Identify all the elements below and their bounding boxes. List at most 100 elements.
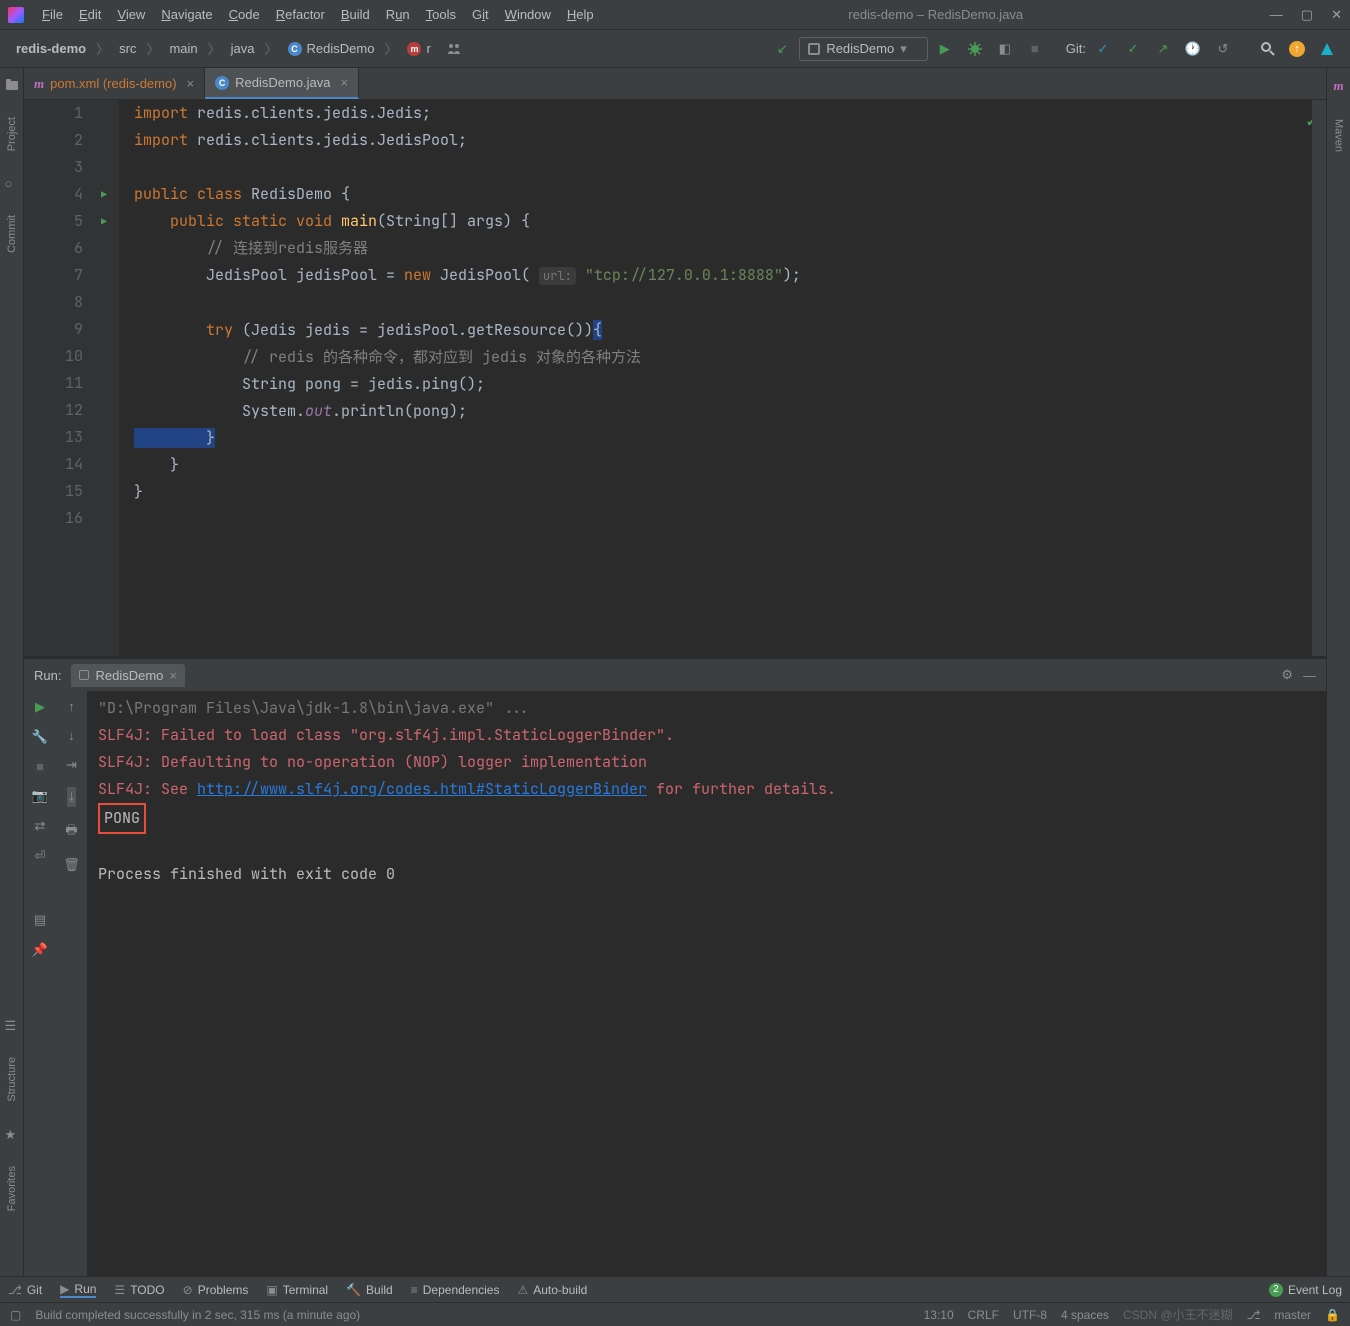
search-icon[interactable] [1254, 36, 1280, 62]
project-icon[interactable] [5, 78, 19, 92]
minimize-icon[interactable]: — [1270, 7, 1283, 23]
vcs-commit-icon[interactable]: ✓ [1120, 36, 1146, 62]
commit-icon[interactable]: ○ [5, 176, 19, 190]
coverage-icon[interactable]: ◧ [992, 36, 1018, 62]
tab-pom-xml[interactable]: m pom.xml (redis-demo) × [24, 68, 205, 99]
menu-navigate[interactable]: Navigate [153, 3, 220, 26]
favorites-tool-button[interactable]: Favorites [6, 1161, 18, 1216]
maximize-icon[interactable]: ▢ [1301, 7, 1313, 23]
watermark: CSDN @小王不迷糊 [1123, 1306, 1233, 1323]
code-content[interactable]: import redis.clients.jedis.Jedis; import… [119, 100, 801, 656]
camera-icon[interactable]: 📷 [32, 788, 48, 804]
favorites-icon[interactable]: ★ [5, 1127, 19, 1141]
menu-help[interactable]: Help [559, 3, 602, 26]
console-line: SLF4J: See http://www.slf4j.org/codes.ht… [98, 776, 1316, 803]
breadcrumb-src[interactable]: src [113, 39, 142, 58]
navigation-toolbar: redis-demo 〉 src 〉 main 〉 java 〉 C Redis… [0, 30, 1350, 68]
up-icon[interactable]: ↑ [68, 699, 75, 714]
close-icon[interactable]: ✕ [1331, 7, 1342, 23]
deps-tool-button[interactable]: ≡ Dependencies [411, 1283, 500, 1297]
run-tool-button[interactable]: ▶ Run [60, 1282, 96, 1298]
status-message: Build completed successfully in 2 sec, 3… [35, 1308, 360, 1322]
line-ending[interactable]: CRLF [968, 1308, 999, 1322]
breadcrumb-method[interactable]: m r [401, 39, 436, 58]
vcs-history-icon[interactable]: 🕐 [1180, 36, 1206, 62]
menu-run[interactable]: Run [378, 3, 418, 26]
run-icon[interactable]: ▶ [932, 36, 958, 62]
menu-code[interactable]: Code [221, 3, 268, 26]
users-icon[interactable] [441, 36, 467, 62]
stop-icon[interactable]: ■ [36, 759, 44, 774]
todo-tool-button[interactable]: ☰ TODO [114, 1283, 164, 1297]
menu-refactor[interactable]: Refactor [268, 3, 333, 26]
pin-icon[interactable]: 📌 [32, 942, 48, 958]
breadcrumb-java[interactable]: java [225, 39, 261, 58]
down-icon[interactable]: ↓ [68, 728, 75, 743]
close-tab-icon[interactable]: × [169, 668, 177, 683]
lock-icon[interactable]: 🔒 [1325, 1308, 1340, 1322]
maven-tool-button[interactable]: Maven [1333, 114, 1345, 157]
git-tool-button[interactable]: ⎇ Git [8, 1283, 42, 1297]
code-editor[interactable]: 1 2 3 4 5 6 7 8 9 10 11 12 13 14 15 16 ▶ [24, 100, 1326, 656]
vcs-update-icon[interactable]: ✓ [1090, 36, 1116, 62]
breadcrumb-class[interactable]: C RedisDemo [282, 39, 381, 58]
event-log-button[interactable]: 2 Event Log [1269, 1283, 1342, 1297]
run-class-gutter-icon[interactable]: ▶ [95, 181, 113, 208]
run-config-icon [808, 43, 820, 55]
close-tab-icon[interactable]: × [187, 76, 195, 91]
back-icon[interactable]: ↙ [769, 36, 795, 62]
menu-window[interactable]: Window [497, 3, 559, 26]
vcs-rollback-icon[interactable]: ↺ [1210, 36, 1236, 62]
debug-icon[interactable] [962, 36, 988, 62]
wrap-icon[interactable]: ⇥ [66, 757, 77, 773]
ide-update-icon[interactable]: ↑ [1284, 36, 1310, 62]
trash-icon[interactable]: 🗑 [63, 857, 80, 873]
breadcrumb-main[interactable]: main [163, 39, 203, 58]
editor-scrollbar[interactable] [1312, 100, 1326, 656]
close-tab-icon[interactable]: × [341, 75, 349, 90]
layout-settings-icon[interactable]: ▤ [34, 912, 46, 928]
exit-icon[interactable]: ⏎ [35, 848, 46, 864]
build-tool-button[interactable]: 🔨 Build [346, 1283, 393, 1297]
project-tool-button[interactable]: Project [6, 112, 18, 156]
maven-icon[interactable]: m [1333, 78, 1343, 94]
run-tool-window: Run: RedisDemo × ⚙ — ▶ 🔧 ■ 📷 ⇄ ⏎ [24, 656, 1326, 1276]
caret-position[interactable]: 13:10 [924, 1308, 954, 1322]
layout-icon[interactable]: ⇄ [35, 818, 46, 834]
run-config-selector[interactable]: RedisDemo ▾ [799, 37, 927, 61]
slf4j-link[interactable]: http://www.slf4j.org/codes.html#StaticLo… [197, 779, 647, 799]
run-method-gutter-icon[interactable]: ▶ [95, 208, 113, 235]
menu-tools[interactable]: Tools [418, 3, 464, 26]
tab-redisdemo[interactable]: C RedisDemo.java × [205, 68, 359, 99]
breadcrumb-root[interactable]: redis-demo [10, 39, 92, 58]
menu-edit[interactable]: Edit [71, 3, 109, 26]
console-line: SLF4J: Defaulting to no-operation (NOP) … [98, 749, 1316, 776]
autobuild-tool-button[interactable]: ⚠ Auto-build [517, 1283, 587, 1297]
commit-tool-button[interactable]: Commit [6, 210, 18, 258]
file-encoding[interactable]: UTF-8 [1013, 1308, 1047, 1322]
wrench-icon[interactable]: 🔧 [32, 729, 48, 745]
git-branch[interactable]: master [1274, 1308, 1311, 1322]
branch-icon: ⎇ [8, 1283, 22, 1297]
scroll-icon[interactable]: ⤓ [67, 787, 77, 807]
menu-git[interactable]: Git [464, 3, 497, 26]
structure-icon[interactable]: ☰ [5, 1018, 19, 1032]
problems-tool-button[interactable]: ⊘ Problems [183, 1283, 249, 1297]
vcs-push-icon[interactable]: ↗ [1150, 36, 1176, 62]
menu-build[interactable]: Build [333, 3, 378, 26]
stop-icon[interactable]: ■ [1022, 36, 1048, 62]
terminal-tool-button[interactable]: ▣ Terminal [266, 1283, 328, 1297]
menu-view[interactable]: View [109, 3, 153, 26]
app-logo-icon [8, 7, 24, 23]
branch-icon: ⎇ [1247, 1308, 1261, 1322]
structure-tool-button[interactable]: Structure [6, 1052, 18, 1107]
print-icon[interactable]: 🖶 [65, 821, 77, 843]
indent-info[interactable]: 4 spaces [1061, 1308, 1109, 1322]
run-tab[interactable]: RedisDemo × [71, 664, 185, 687]
hide-icon[interactable]: — [1303, 668, 1316, 683]
rerun-icon[interactable]: ▶ [35, 699, 45, 715]
gear-icon[interactable]: ⚙ [1281, 667, 1293, 683]
console-output[interactable]: "D:\Program Files\Java\jdk-1.8\bin\java.… [88, 691, 1326, 1276]
plugin-icon[interactable] [1314, 36, 1340, 62]
menu-file[interactable]: File [34, 3, 71, 26]
